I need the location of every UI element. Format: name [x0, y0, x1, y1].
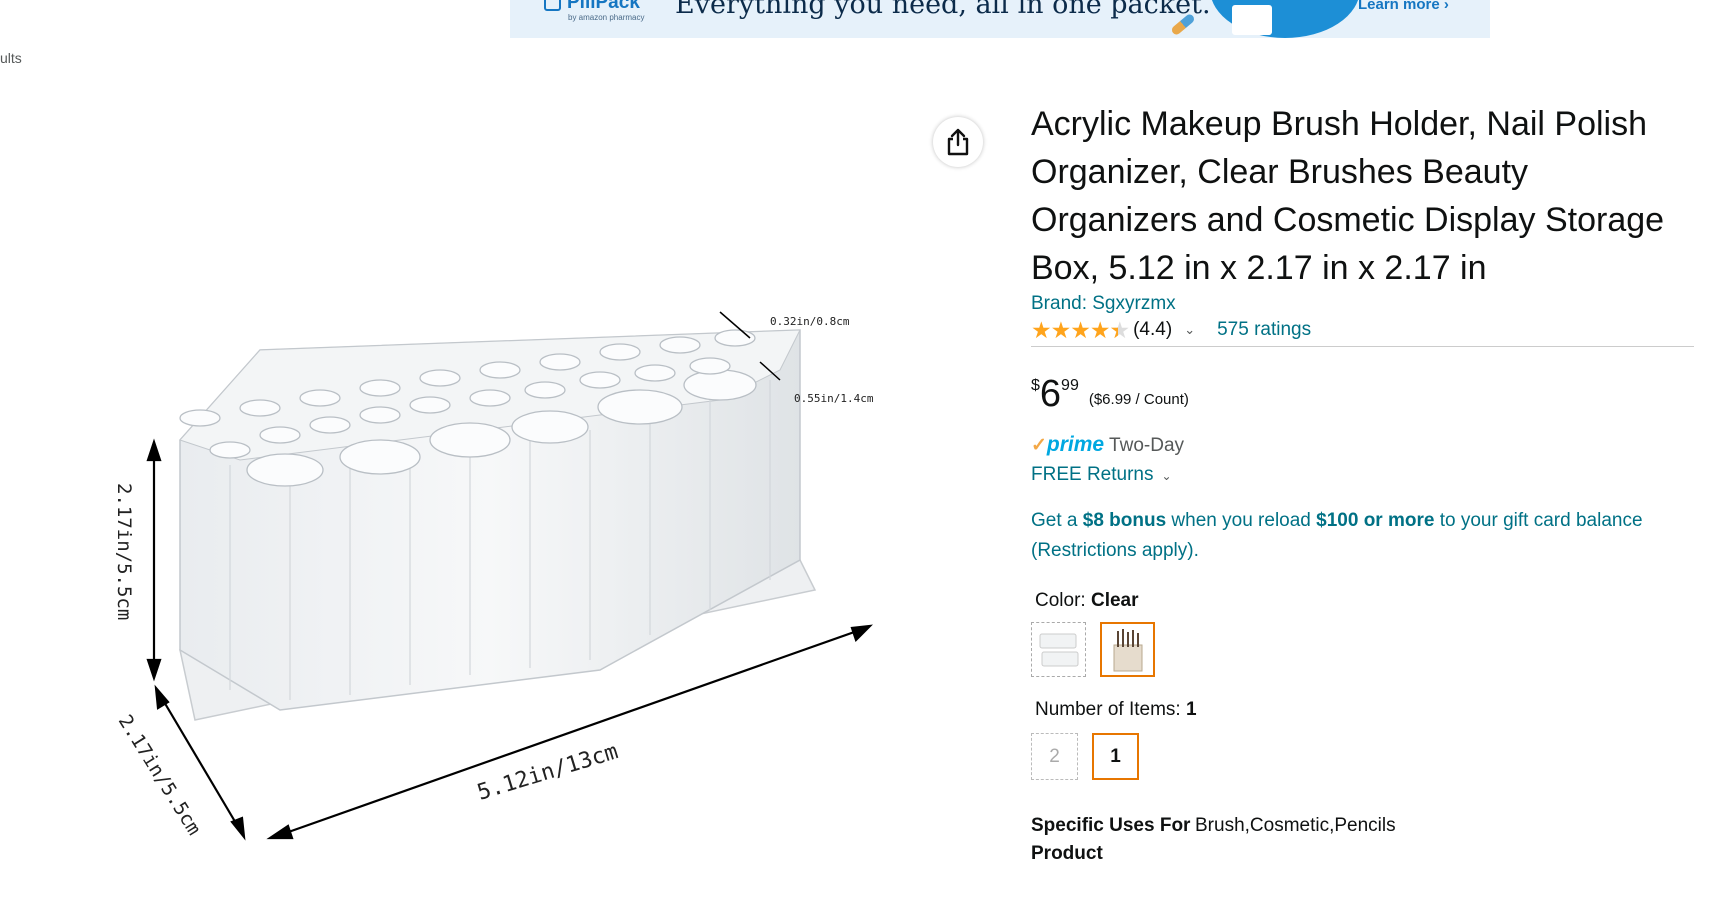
back-to-results-link[interactable]: ults: [0, 50, 22, 66]
spec-key: Specific Uses For Product: [1031, 815, 1191, 864]
pillpack-box-icon: [544, 0, 561, 12]
rating-row: ★★★★★★ (4.4) ⌄ 575 ratings: [1031, 316, 1694, 347]
promo-bonus: $8 bonus: [1082, 510, 1167, 531]
pillpack-logo-text: PillPack: [567, 0, 640, 13]
prime-check-icon: ✓: [1031, 435, 1047, 456]
price-block: $ 6 99 ($6.99 / Count): [1031, 373, 1694, 415]
price-fraction: 99: [1061, 377, 1079, 394]
promo-threshold: $100 or more: [1316, 510, 1435, 531]
chevron-down-icon[interactable]: ⌄: [1184, 316, 1195, 344]
spec-value: Brush,Cosmetic,Pencils: [1195, 815, 1396, 836]
swatch-thumbnail: [1039, 633, 1078, 666]
number-of-items-options: 2 1: [1031, 733, 1694, 780]
color-label: Color: Clear: [1035, 590, 1694, 612]
promo-text: when you reload: [1166, 510, 1317, 531]
share-icon: [947, 128, 969, 156]
dimension-small-hole-label: 0.32in/0.8cm: [770, 315, 850, 328]
free-returns-label: FREE Returns: [1031, 464, 1154, 485]
prime-badge[interactable]: ✓prime Two-Day: [1031, 433, 1694, 458]
dimension-large-hole-label: 0.55in/1.4cm: [794, 392, 874, 405]
color-swatches: [1031, 622, 1694, 677]
product-title: Acrylic Makeup Brush Holder, Nail Polish…: [1031, 105, 1665, 287]
chevron-down-icon: ⌄: [1161, 469, 1172, 483]
items-option-2[interactable]: 2: [1031, 733, 1078, 780]
unit-price: ($6.99 / Count): [1088, 391, 1189, 408]
dimension-height-label: 2.17in/5.5cm: [113, 483, 135, 620]
items-selected-value: 1: [1186, 699, 1197, 720]
packet-card-image: [1232, 5, 1272, 35]
pillpack-logo-subtext: by amazon pharmacy: [568, 13, 645, 22]
gift-card-promo[interactable]: Get a $8 bonus when you reload $100 or m…: [1031, 506, 1694, 566]
dimension-depth-label: 2.17in/5.5cm: [114, 711, 205, 839]
spec-row: Specific Uses For Product Brush,Cosmetic…: [1031, 812, 1694, 868]
price-whole: 6: [1039, 373, 1062, 415]
swatch-thumbnail: [1113, 628, 1142, 671]
items-label: Number of Items: 1: [1035, 699, 1694, 721]
prime-delivery-speed: Two-Day: [1109, 435, 1185, 456]
items-option-1[interactable]: 1: [1092, 733, 1139, 780]
free-returns-link[interactable]: FREE Returns ⌄: [1031, 464, 1694, 486]
promo-text: Get a: [1031, 510, 1083, 531]
color-swatch-clear-set[interactable]: [1031, 622, 1086, 677]
color-label-text: Color:: [1035, 590, 1091, 611]
rating-value[interactable]: (4.4): [1133, 316, 1172, 344]
price-symbol: $: [1031, 377, 1040, 394]
items-label-text: Number of Items:: [1035, 699, 1186, 720]
banner-tagline: Everything you need, all in one packet.: [675, 0, 1211, 20]
learn-more-link[interactable]: Learn more ›: [1358, 0, 1449, 13]
share-button[interactable]: [933, 117, 983, 167]
color-swatch-clear[interactable]: [1100, 622, 1155, 677]
pillpack-logo: PillPack: [544, 0, 640, 14]
brand-link[interactable]: Brand: Sgxyrzmx: [1031, 292, 1694, 316]
dimension-width-label: 5.12in/13cm: [474, 739, 621, 806]
prime-logo: prime: [1046, 433, 1105, 456]
color-selected-value: Clear: [1090, 590, 1139, 611]
star-rating-icon[interactable]: ★★★★★★: [1031, 316, 1130, 344]
main-product-image[interactable]: 2.17in/5.5cm 2.17in/5.5cm 5.12in/13cm 0.…: [80, 290, 910, 898]
product-info-panel: Acrylic Makeup Brush Holder, Nail Polish…: [1031, 100, 1694, 868]
ratings-count-link[interactable]: 575 ratings: [1217, 316, 1311, 344]
pharmacy-banner-ad[interactable]: PillPack by amazon pharmacy Everything y…: [510, 0, 1490, 38]
